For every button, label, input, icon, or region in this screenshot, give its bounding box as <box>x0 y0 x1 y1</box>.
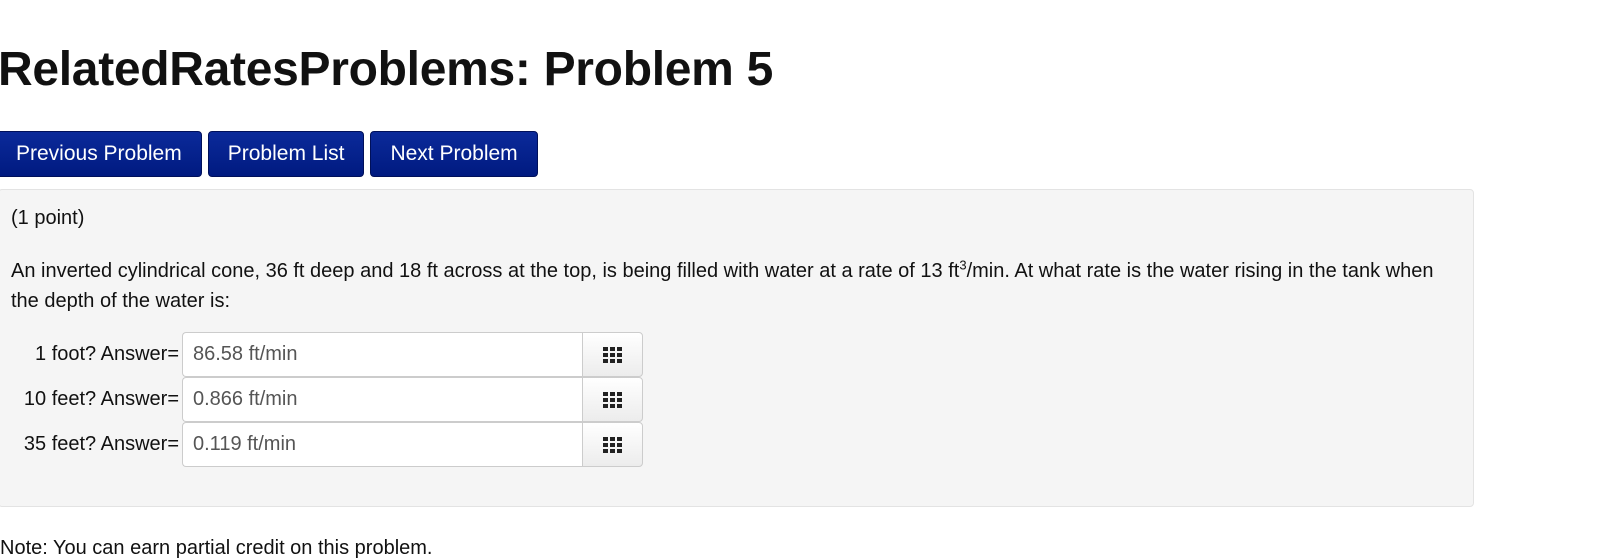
answer-label-2: 10 feet? Answer= <box>23 388 179 410</box>
statement-exponent: 3 <box>959 257 967 273</box>
statement-text-start: An inverted cylindrical cone, 36 ft deep… <box>11 260 960 282</box>
answer-group-3 <box>182 422 643 467</box>
problem-list-button[interactable]: Problem List <box>207 131 365 177</box>
equation-editor-button-3[interactable] <box>582 422 643 467</box>
problem-navigation: Previous Problem Problem List Next Probl… <box>0 131 538 177</box>
problem-body: (1 point) An inverted cylindrical cone, … <box>0 189 1474 507</box>
answer-label-1: 1 foot? Answer= <box>35 343 179 365</box>
answer-input-1[interactable] <box>182 332 582 377</box>
grid-icon <box>603 436 622 453</box>
problem-statement: An inverted cylindrical cone, 36 ft deep… <box>11 256 1466 316</box>
answer-row-2: 10 feet? Answer= <box>11 377 643 422</box>
answer-row-1: 1 foot? Answer= <box>11 332 643 377</box>
answer-input-2[interactable] <box>182 377 582 422</box>
partial-credit-note: Note: You can earn partial credit on thi… <box>0 537 433 559</box>
previous-problem-button[interactable]: Previous Problem <box>0 131 202 177</box>
next-problem-button[interactable]: Next Problem <box>370 131 538 177</box>
answer-input-3[interactable] <box>182 422 582 467</box>
grid-icon <box>603 346 622 363</box>
page-title: RelatedRatesProblems: Problem 5 <box>0 43 773 96</box>
answer-label-3: 35 feet? Answer= <box>23 433 179 455</box>
answer-row-3: 35 feet? Answer= <box>11 422 643 467</box>
problem-points: (1 point) <box>11 207 85 229</box>
grid-icon <box>603 391 622 408</box>
answer-group-2 <box>182 377 643 422</box>
equation-editor-button-2[interactable] <box>582 377 643 422</box>
equation-editor-button-1[interactable] <box>582 332 643 377</box>
answer-group-1 <box>182 332 643 377</box>
